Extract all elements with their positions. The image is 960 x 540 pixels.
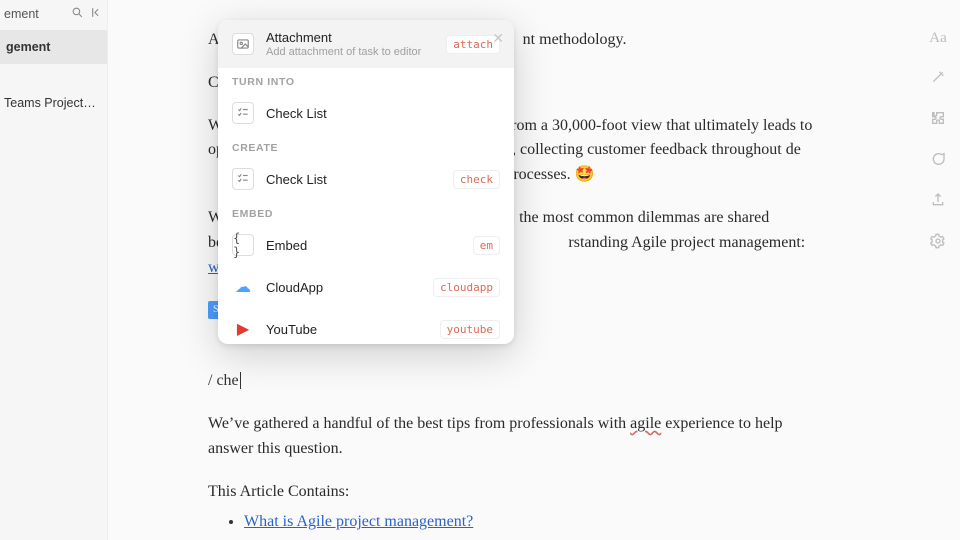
popover-section-create: CREATE	[218, 134, 514, 158]
popover-item-shortcut: youtube	[440, 320, 500, 339]
popover-item-embed[interactable]: { } Embed em	[218, 224, 514, 266]
popover-item-shortcut: check	[453, 170, 500, 189]
popover-item-title: Check List	[266, 172, 441, 187]
sidebar-header: ement	[0, 0, 107, 30]
slash-command-line[interactable]: / che	[208, 369, 816, 394]
text: We’ve gathered a handful of the best tip…	[208, 415, 630, 432]
popover-item-checklist-turn[interactable]: Check List	[218, 92, 514, 134]
popover-section-embed: EMBED	[218, 200, 514, 224]
emoji-starstruck: 🤩	[575, 166, 595, 183]
popover-item-body: Attachment Add attachment of task to edi…	[266, 30, 434, 58]
wand-icon[interactable]	[930, 69, 946, 88]
sidebar: ement gement Teams Project…	[0, 0, 108, 540]
text-style-button[interactable]: Aa	[929, 30, 947, 47]
toc-list: What is Agile project management? When y…	[244, 510, 816, 540]
collapse-icon[interactable]	[90, 6, 103, 22]
image-icon	[232, 33, 254, 55]
popover-item-shortcut: em	[473, 236, 500, 255]
checklist-icon	[232, 168, 254, 190]
popover-item-title: Embed	[266, 238, 461, 253]
sidebar-item-active[interactable]: gement	[0, 30, 107, 64]
cloud-icon: ☁︎	[232, 276, 254, 298]
close-icon[interactable]: ✕	[492, 30, 504, 47]
toc-heading: This Article Contains:	[208, 480, 816, 505]
popover-item-title: Attachment	[266, 30, 434, 45]
popover-item-attachment[interactable]: Attachment Add attachment of task to edi…	[218, 20, 514, 68]
popover-section-turn-into: TURN INTO	[218, 68, 514, 92]
share-icon[interactable]	[930, 192, 946, 211]
gear-icon[interactable]	[930, 233, 946, 252]
text: nt methodology.	[523, 31, 627, 48]
toc-link-1[interactable]: What is Agile project management?	[244, 513, 473, 530]
slash-input-text[interactable]: / che	[208, 372, 241, 389]
right-rail: Aa	[916, 0, 960, 540]
sidebar-item-teams-project[interactable]: Teams Project…	[0, 86, 107, 120]
popover-item-youtube[interactable]: ▶ YouTube youtube	[218, 308, 514, 344]
popover-item-title: YouTube	[266, 322, 428, 337]
search-icon[interactable]	[71, 6, 84, 22]
puzzle-icon[interactable]	[930, 110, 946, 129]
chat-icon[interactable]	[930, 151, 946, 170]
spellcheck-squiggle: agile	[630, 415, 661, 432]
checklist-icon	[232, 102, 254, 124]
popover-item-title: CloudApp	[266, 280, 421, 295]
text: rstanding Agile project management:	[568, 234, 805, 251]
embed-icon: { }	[232, 234, 254, 256]
list-item: What is Agile project management?	[244, 510, 816, 535]
popover-item-title: Check List	[266, 106, 500, 121]
text: , collecting customer feedback throughou…	[512, 141, 801, 158]
popover-item-subtitle: Add attachment of task to editor	[266, 46, 434, 58]
popover-item-cloudapp[interactable]: ☁︎ CloudApp cloudapp	[218, 266, 514, 308]
sidebar-header-label: ement	[4, 7, 65, 21]
popover-item-shortcut: cloudapp	[433, 278, 500, 297]
slash-command-popover: ✕ Attachment Add attachment of task to e…	[218, 20, 514, 344]
youtube-icon: ▶	[232, 318, 254, 340]
paragraph: We’ve gathered a handful of the best tip…	[208, 412, 816, 462]
popover-item-checklist-create[interactable]: Check List check	[218, 158, 514, 200]
